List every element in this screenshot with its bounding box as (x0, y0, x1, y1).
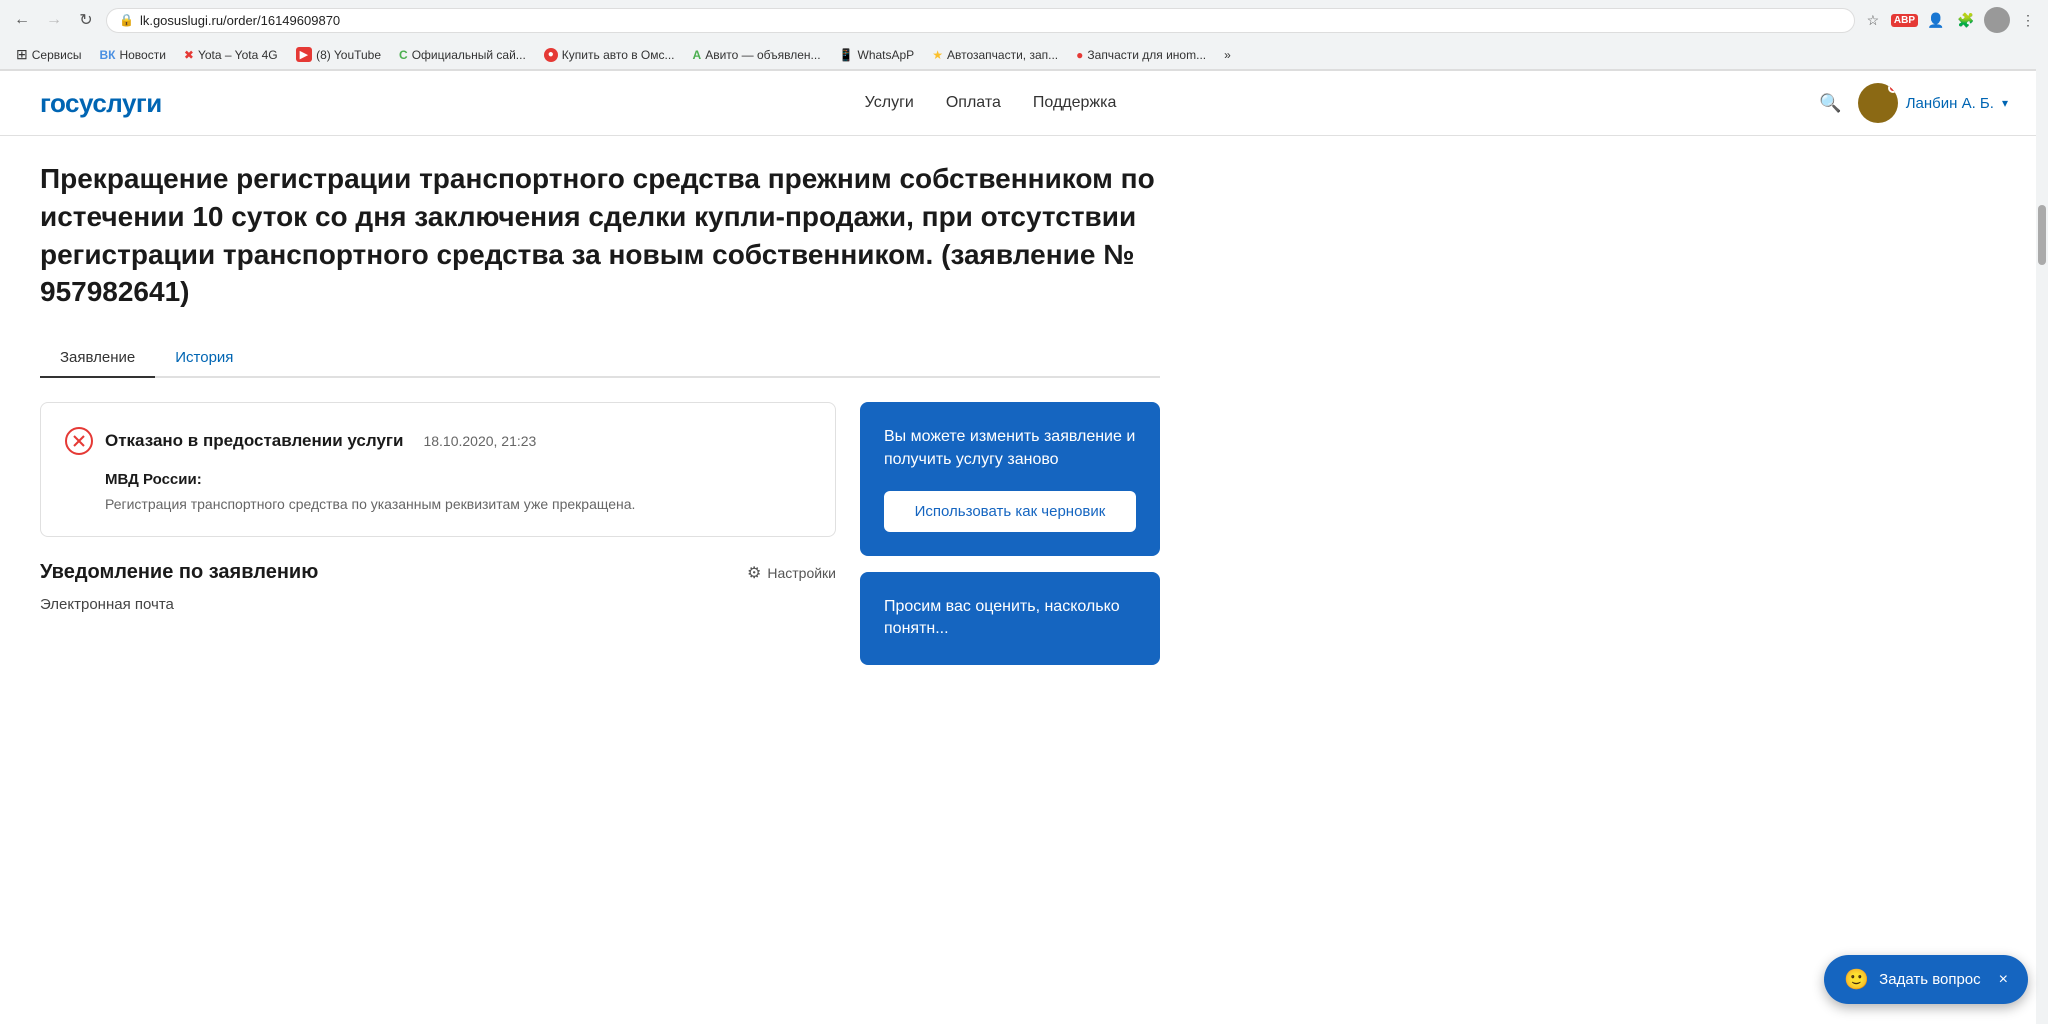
settings-label: Настройки (767, 565, 836, 581)
forward-button[interactable]: → (40, 6, 68, 34)
bookmark-label: Автозапчасти, зап... (947, 48, 1058, 62)
nav-payment[interactable]: Оплата (946, 94, 1001, 112)
logo-gos: гос (40, 88, 79, 118)
bookmark-label: Авито — объявлен... (705, 48, 820, 62)
bookmark-label: Yota – Yota 4G (198, 48, 278, 62)
user-name: Ланбин А. Б. (1906, 95, 1994, 112)
tabs: Заявление История (40, 339, 1160, 378)
youtube-icon: ▶ (296, 47, 312, 62)
bookmark-yota[interactable]: ✖ Yota – Yota 4G (176, 45, 286, 65)
tab-application[interactable]: Заявление (40, 339, 155, 378)
sidebar: Вы можете изменить заявление и получить … (860, 402, 1160, 665)
bookmark-official[interactable]: C Официальный сай... (391, 45, 534, 65)
notification-dot (1888, 83, 1898, 93)
vk-icon: ВК (99, 48, 115, 62)
chat-label: Задать вопрос (1879, 971, 1980, 988)
bookmark-avto[interactable]: ● Купить авто в Омс... (536, 45, 683, 65)
chat-widget[interactable]: 🙂 Задать вопрос × (1824, 955, 2028, 1004)
bookmark-label: Запчасти для иноm... (1087, 48, 1206, 62)
bookmark-avito[interactable]: A Авито — объявлен... (685, 45, 829, 65)
status-date: 18.10.2020, 21:23 (423, 433, 536, 449)
back-button[interactable]: ← (8, 6, 36, 34)
sidebar-card-draft: Вы можете изменить заявление и получить … (860, 402, 1160, 556)
status-title: Отказано в предоставлении услуги (105, 431, 403, 451)
site-logo[interactable]: госуслуги (40, 88, 162, 119)
notification-header: Уведомление по заявлению ⚙ Настройки (40, 561, 836, 584)
apps-icon: ⊞ (16, 46, 28, 63)
star-icon[interactable]: ☆ (1861, 8, 1885, 32)
main-layout: Отказано в предоставлении услуги 18.10.2… (40, 402, 1160, 665)
whatsapp-icon: 📱 (839, 48, 854, 62)
bookmark-zapchasti[interactable]: ● Запчасти для иноm... (1068, 45, 1214, 65)
scrollbar-track (2036, 0, 2048, 1024)
nav-support[interactable]: Поддержка (1033, 94, 1116, 112)
bookmark-label: Новости (119, 48, 165, 62)
bookmark-more[interactable]: » (1216, 45, 1239, 65)
scrollbar-thumb[interactable] (2038, 205, 2046, 265)
bookmarks-bar: ⊞ Сервисы ВК Новости ✖ Yota – Yota 4G ▶ … (0, 40, 2048, 70)
bookmark-news[interactable]: ВК Новости (91, 45, 173, 65)
sidebar-card-feedback: Просим вас оценить, насколько понятн... (860, 572, 1160, 665)
chevron-down-icon: ▾ (2002, 96, 2008, 110)
bookmark-label: Официальный сай... (412, 48, 526, 62)
toolbar-actions: ☆ ABP 👤 🧩 ⋮ (1861, 7, 2040, 33)
notification-section: Уведомление по заявлению ⚙ Настройки Эле… (40, 561, 836, 613)
use-as-draft-button[interactable]: Использовать как черновик (884, 491, 1136, 532)
chrome-icon: C (399, 48, 408, 62)
avto-icon: ● (544, 48, 558, 62)
content-area: Отказано в предоставлении услуги 18.10.2… (40, 402, 836, 665)
user-avatar (1858, 83, 1898, 123)
tab-history[interactable]: История (155, 339, 253, 378)
settings-link[interactable]: ⚙ Настройки (747, 563, 836, 583)
yota-icon: ✖ (184, 48, 194, 62)
more-bookmarks-label: » (1224, 48, 1231, 62)
browser-toolbar: ← → ↻ 🔒 lk.gosuslugi.ru/order/1614960987… (0, 0, 2048, 40)
page-content: Прекращение регистрации транспортного ср… (0, 136, 1200, 689)
bookmark-label: Сервисы (32, 48, 82, 62)
page-title: Прекращение регистрации транспортного ср… (40, 160, 1160, 311)
address-bar[interactable]: 🔒 lk.gosuslugi.ru/order/16149609870 (106, 8, 1855, 33)
bookmark-apps[interactable]: ⊞ Сервисы (8, 43, 89, 66)
bookmark-whatsapp[interactable]: 📱 WhatsApP (831, 45, 923, 65)
settings-gear-icon: ⚙ (747, 563, 761, 583)
reload-button[interactable]: ↻ (72, 6, 100, 34)
chat-icon: 🙂 (1844, 967, 1869, 992)
url-text: lk.gosuslugi.ru/order/16149609870 (140, 13, 1842, 28)
avito-icon: A (693, 48, 702, 62)
bookmark-youtube[interactable]: ▶ (8) YouTube (288, 44, 389, 65)
header-right: 🔍 Ланбин А. Б. ▾ (1819, 83, 2008, 123)
lock-icon: 🔒 (119, 13, 134, 27)
status-card: Отказано в предоставлении услуги 18.10.2… (40, 402, 836, 537)
logo-uslugi: услуги (79, 88, 162, 118)
bookmark-avtozap[interactable]: ★ Автозапчасти, зап... (924, 45, 1066, 65)
rejection-icon (65, 427, 93, 455)
user-info[interactable]: Ланбин А. Б. ▾ (1858, 83, 2008, 123)
bookmark-label: WhatsApP (858, 48, 915, 62)
main-nav: Услуги Оплата Поддержка (865, 94, 1117, 112)
nav-services[interactable]: Услуги (865, 94, 914, 112)
bookmark-label: (8) YouTube (316, 48, 381, 62)
notification-title: Уведомление по заявлению (40, 561, 318, 584)
bookmark-label: Купить авто в Омс... (562, 48, 675, 62)
status-org: МВД России: (105, 471, 811, 488)
chat-close-button[interactable]: × (1999, 971, 2008, 989)
profile-avatar[interactable] (1984, 7, 2010, 33)
zapchasti-icon: ● (1076, 48, 1083, 62)
status-header: Отказано в предоставлении услуги 18.10.2… (65, 427, 811, 455)
abp-badge[interactable]: ABP (1891, 14, 1918, 27)
status-description: Регистрация транспортного средства по ук… (105, 496, 811, 512)
email-label: Электронная почта (40, 596, 836, 613)
search-icon[interactable]: 🔍 (1819, 93, 1841, 114)
nav-buttons: ← → ↻ (8, 6, 100, 34)
avtozap-icon: ★ (932, 48, 943, 62)
extensions-icon[interactable]: 🧩 (1954, 8, 1978, 32)
sidebar-card2-text: Просим вас оценить, насколько понятн... (884, 596, 1136, 641)
sidebar-card-text: Вы можете изменить заявление и получить … (884, 426, 1136, 471)
browser-chrome: ← → ↻ 🔒 lk.gosuslugi.ru/order/1614960987… (0, 0, 2048, 71)
site-header: госуслуги Услуги Оплата Поддержка 🔍 Ланб… (0, 71, 2048, 136)
user-account-icon[interactable]: 👤 (1924, 8, 1948, 32)
